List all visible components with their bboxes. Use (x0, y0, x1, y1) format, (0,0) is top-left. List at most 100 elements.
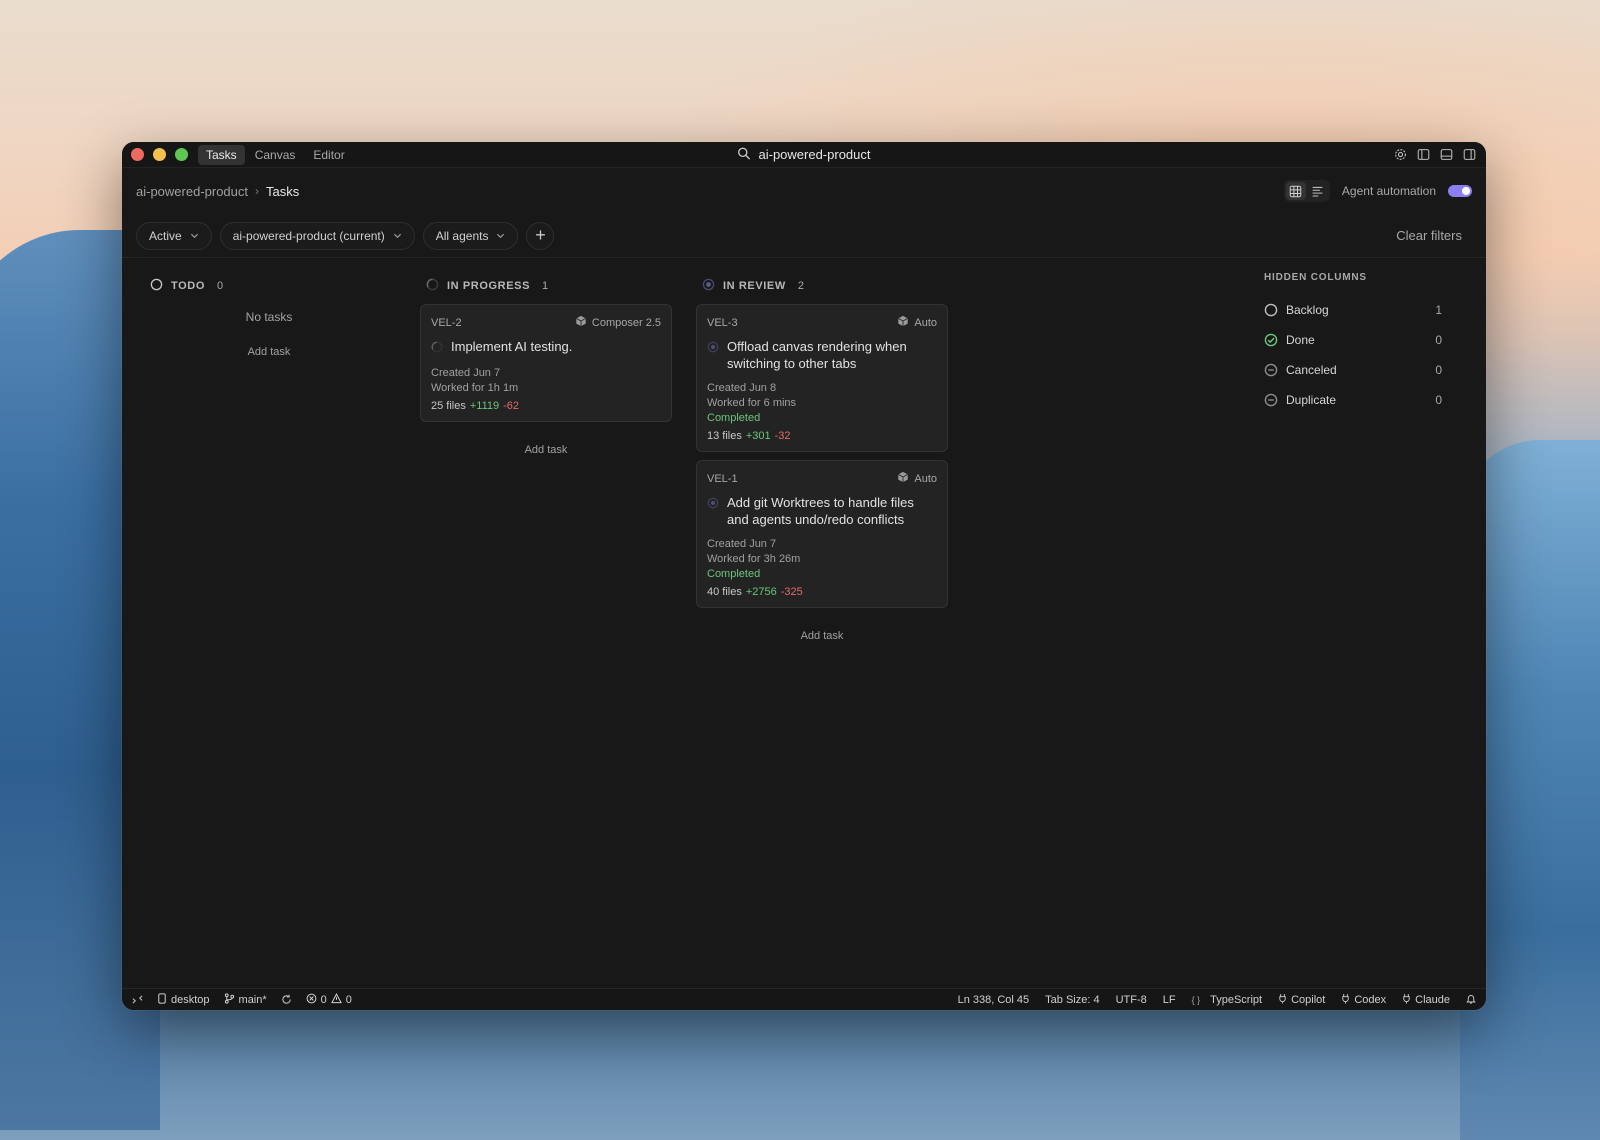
agents-filter[interactable]: All agents (422, 221, 519, 250)
agents-filter-label: All agents (435, 228, 489, 243)
completion-status: Completed (707, 412, 761, 424)
cursor-position[interactable]: Ln 338, Col 45 (958, 994, 1030, 1006)
toggle-bottom-panel-icon[interactable] (1440, 148, 1453, 161)
braces-icon[interactable]: { } (1192, 995, 1201, 1005)
worked-duration: Worked for 3h 26m (707, 553, 801, 565)
tab-size[interactable]: Tab Size: 4 (1045, 994, 1099, 1006)
branch-label: main* (238, 993, 267, 1006)
hidden-columns-panel: HIDDEN COLUMNS Backlog 1 Done 0 Canceled… (1264, 272, 1442, 415)
task-card[interactable]: VEL-1 Auto Add git Worktrees to handle f… (696, 460, 948, 608)
status-filter[interactable]: Active (136, 221, 212, 250)
list-view-icon[interactable] (1308, 182, 1328, 200)
card-title-row: Add git Worktrees to handle files and ag… (707, 494, 937, 528)
problems-indicator[interactable]: 0 0 (306, 992, 352, 1007)
hidden-column-backlog[interactable]: Backlog 1 (1264, 295, 1442, 325)
progress-spinner-icon (431, 340, 443, 357)
hidden-column-count: 0 (1435, 393, 1442, 407)
diff-stats: 13 files +301 -32 (707, 430, 937, 442)
add-task-button[interactable]: Add task (144, 346, 394, 358)
add-task-button[interactable]: Add task (420, 444, 672, 456)
error-icon (306, 993, 317, 1007)
column-header: IN REVIEW 2 (696, 276, 948, 296)
warning-count: 0 (345, 993, 352, 1006)
agent-automation-toggle[interactable] (1448, 185, 1472, 197)
add-filter-button[interactable]: + (526, 221, 555, 250)
device-indicator[interactable]: desktop (157, 992, 210, 1007)
agent-name: Auto (914, 472, 937, 485)
chevron-down-icon (496, 231, 505, 240)
branch-indicator[interactable]: main* (224, 992, 267, 1007)
hidden-column-duplicate[interactable]: Duplicate 0 (1264, 385, 1442, 415)
task-card[interactable]: VEL-3 Auto Offload canvas rendering when… (696, 304, 948, 452)
progress-spinner-icon (426, 278, 439, 294)
agent-name: Auto (914, 316, 937, 329)
plug-icon (1341, 993, 1350, 1007)
task-id: VEL-2 (431, 316, 462, 329)
hidden-column-count: 0 (1435, 333, 1442, 347)
gear-icon[interactable] (1394, 148, 1407, 161)
column-header: IN PROGRESS 1 (420, 276, 672, 296)
column-in-review: IN REVIEW 2 VEL-3 Auto Offload canvas re… (696, 276, 948, 642)
device-label: desktop (171, 993, 210, 1006)
task-card[interactable]: VEL-2 Composer 2.5 Implement AI testing.… (420, 304, 672, 422)
review-circle-icon (707, 496, 719, 528)
project-filter[interactable]: ai-powered-product (current) (219, 221, 415, 250)
view-toggle (1283, 180, 1330, 202)
column-in-progress: IN PROGRESS 1 VEL-2 Composer 2.5 Impleme… (420, 276, 672, 456)
status-filter-label: Active (149, 228, 182, 243)
add-task-button[interactable]: Add task (696, 630, 948, 642)
column-title: IN REVIEW (723, 280, 786, 292)
file-encoding[interactable]: UTF-8 (1116, 994, 1147, 1006)
column-count: 2 (797, 280, 805, 292)
clear-filters-button[interactable]: Clear filters (1396, 228, 1462, 243)
check-circle-icon (1264, 333, 1278, 347)
bell-icon[interactable] (1466, 994, 1476, 1005)
agent-badge: Composer 2.5 (575, 315, 661, 330)
title-actions (1394, 148, 1476, 161)
hidden-column-label: Duplicate (1286, 393, 1337, 407)
line-ending[interactable]: LF (1163, 994, 1176, 1006)
claude-label: Claude (1415, 993, 1450, 1006)
remote-icon[interactable] (132, 994, 143, 1005)
card-title-row: Implement AI testing. (431, 338, 661, 357)
hidden-column-done[interactable]: Done 0 (1264, 325, 1442, 355)
toggle-right-panel-icon[interactable] (1463, 148, 1476, 161)
tab-canvas[interactable]: Canvas (247, 145, 304, 165)
copilot-status[interactable]: Copilot (1278, 993, 1325, 1007)
lines-removed: -325 (780, 586, 803, 598)
created-date: Created Jun 8 (707, 382, 777, 394)
close-window-button[interactable] (131, 148, 144, 161)
tab-editor[interactable]: Editor (305, 145, 352, 165)
minimize-window-button[interactable] (153, 148, 166, 161)
files-count: 13 files (707, 430, 742, 442)
claude-status[interactable]: Claude (1402, 993, 1450, 1007)
toggle-left-panel-icon[interactable] (1417, 148, 1430, 161)
zoom-window-button[interactable] (175, 148, 188, 161)
completion-status: Completed (707, 568, 761, 580)
worked-duration: Worked for 6 mins (707, 397, 797, 409)
hidden-column-canceled[interactable]: Canceled 0 (1264, 355, 1442, 385)
status-bar: desktop main* 0 0 Ln 338, Col 45 Tab Siz… (122, 988, 1486, 1010)
sync-icon[interactable] (281, 994, 292, 1005)
error-count: 0 (320, 993, 327, 1006)
tab-tasks[interactable]: Tasks (198, 144, 245, 165)
diff-stats: 25 files +1119 -62 (431, 400, 661, 412)
task-title: Add git Worktrees to handle files and ag… (727, 495, 914, 527)
task-id: VEL-3 (707, 316, 738, 329)
codex-status[interactable]: Codex (1341, 993, 1386, 1007)
language-mode[interactable]: TypeScript (1210, 994, 1262, 1006)
card-header: VEL-3 Auto (707, 315, 937, 330)
agent-name: Composer 2.5 (591, 316, 661, 329)
task-board: TODO 0 No tasks Add task IN PROGRESS 1 V… (122, 258, 1486, 958)
git-branch-icon (224, 992, 235, 1007)
lines-added: +2756 (745, 586, 777, 598)
empty-circle-icon (1264, 303, 1278, 317)
board-view-icon[interactable] (1285, 182, 1306, 200)
review-circle-icon (707, 340, 719, 372)
lines-removed: -62 (503, 400, 520, 412)
page-header: ai-powered-product › Tasks Agent automat… (122, 168, 1486, 214)
breadcrumb-project[interactable]: ai-powered-product (136, 184, 248, 199)
cube-icon (897, 315, 909, 330)
command-search[interactable]: ai-powered-product (737, 147, 871, 163)
lines-added: +301 (745, 430, 771, 442)
